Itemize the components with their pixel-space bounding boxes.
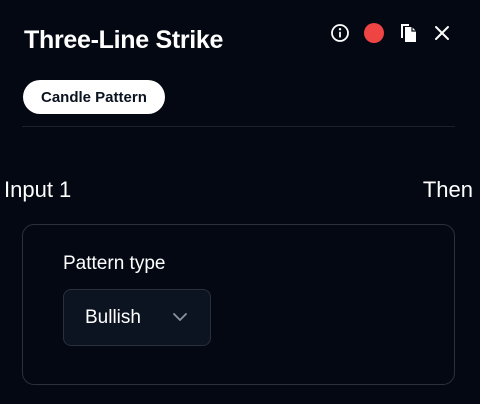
close-button[interactable] [432,23,452,43]
pattern-type-select[interactable]: Bullish [63,289,211,346]
pattern-type-value: Bullish [85,306,141,328]
chevron-down-icon [173,313,187,321]
info-icon [331,24,349,42]
status-dot-icon [364,23,384,43]
header-actions [330,22,452,44]
status-button[interactable] [364,23,384,43]
input-port-label: Input 1 [4,177,72,202]
output-port-label: Then [422,177,473,202]
copy-icon [401,24,416,42]
settings-card: Pattern type Bullish [22,224,455,385]
copy-button[interactable] [398,23,418,43]
pattern-type-label: Pattern type [63,253,166,274]
header-divider [22,126,455,127]
pattern-panel: Three-Line Strike Candle Pattern Input 1… [0,0,480,404]
panel-title: Three-Line Strike [24,26,224,54]
category-tag: Candle Pattern [23,80,165,114]
info-button[interactable] [330,23,350,43]
close-icon [435,26,449,40]
